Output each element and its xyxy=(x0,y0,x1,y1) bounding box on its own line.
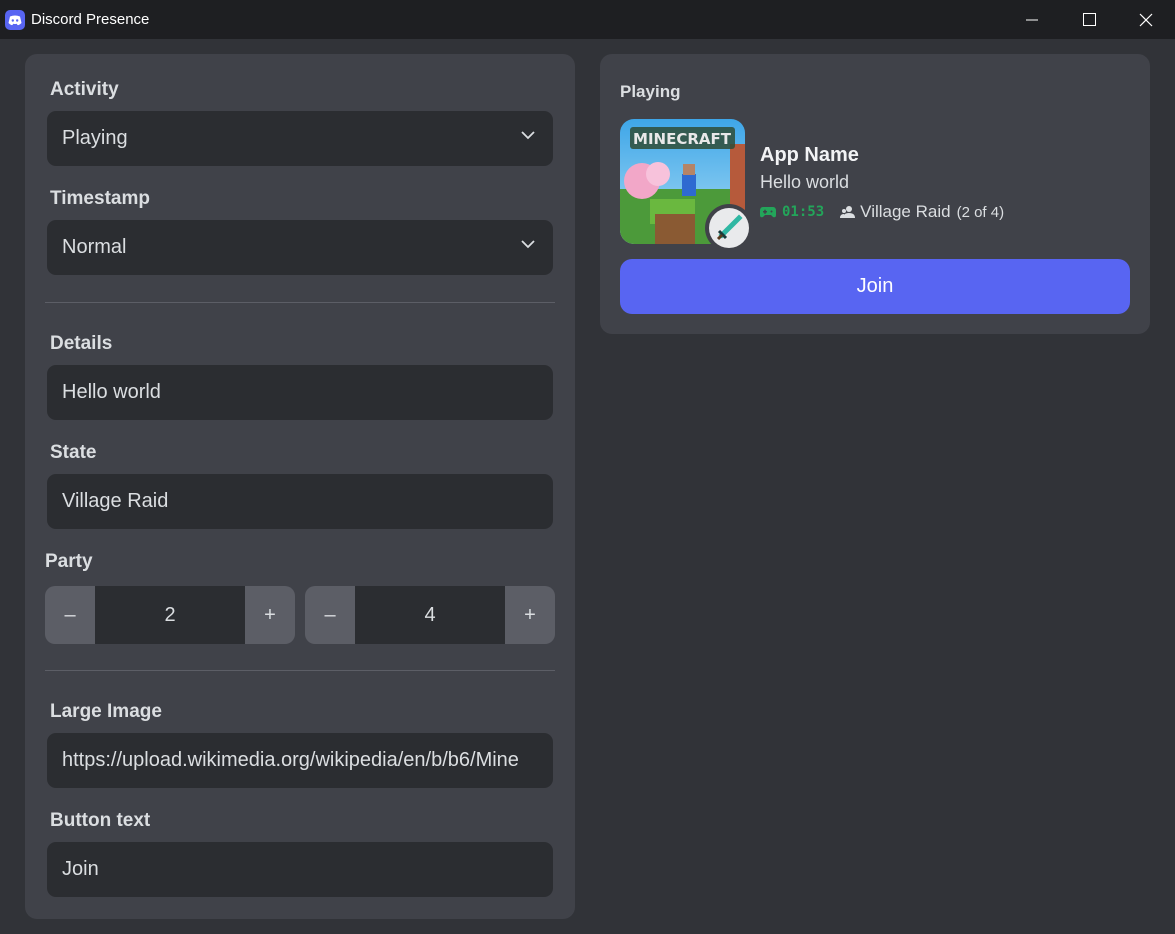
app-name: App Name xyxy=(760,144,859,166)
party-count: (2 of 4) xyxy=(956,203,1005,221)
elapsed-timer: 01:53 xyxy=(782,204,825,220)
details-label: Details xyxy=(50,333,113,354)
activity-value: Playing xyxy=(62,127,128,149)
activity-select[interactable]: Playing xyxy=(47,111,553,166)
large-image-text: MINECRAFT xyxy=(633,130,732,148)
chevron-down-icon xyxy=(521,131,535,140)
large-image-input[interactable]: https://upload.wikimedia.org/wikipedia/e… xyxy=(47,733,553,788)
party-max-decrement-button[interactable]: – xyxy=(305,586,355,644)
close-button[interactable] xyxy=(1117,0,1175,39)
settings-panel: Activity Playing Timestamp Normal Detail… xyxy=(25,54,575,919)
sword-icon xyxy=(716,214,743,241)
party-state: Village Raid xyxy=(860,202,951,221)
state-label: State xyxy=(50,442,97,463)
party-current-increment-button[interactable]: + xyxy=(245,586,295,644)
maximize-icon xyxy=(1082,13,1096,26)
small-image xyxy=(705,204,753,252)
join-button[interactable]: Join xyxy=(620,259,1130,314)
minimize-icon xyxy=(1026,19,1038,20)
minimize-button[interactable] xyxy=(1003,0,1061,39)
button-text-input[interactable]: Join xyxy=(47,842,553,897)
chevron-down-icon xyxy=(521,240,535,249)
activity-label: Activity xyxy=(50,79,119,100)
timestamp-select[interactable]: Normal xyxy=(47,220,553,275)
preview-panel: Playing MINECRAFT App Name Hello world 0… xyxy=(600,54,1150,334)
party-icon xyxy=(840,206,856,218)
preview-details: Hello world xyxy=(760,172,850,192)
details-input[interactable]: Hello world xyxy=(47,365,553,420)
party-current-stepper: – 2 + xyxy=(45,586,295,644)
maximize-button[interactable] xyxy=(1060,0,1118,39)
party-max-input[interactable]: 4 xyxy=(355,586,505,644)
divider xyxy=(45,670,555,671)
activity-meta: 01:53 Village Raid (2 of 4) xyxy=(760,202,1004,222)
button-text-label: Button text xyxy=(50,810,151,831)
window-title: Discord Presence xyxy=(31,11,150,28)
party-current-input[interactable]: 2 xyxy=(95,586,245,644)
party-current-decrement-button[interactable]: – xyxy=(45,586,95,644)
close-icon xyxy=(1139,13,1153,26)
party-label: Party xyxy=(45,551,93,572)
timestamp-label: Timestamp xyxy=(50,188,150,209)
discord-icon xyxy=(5,10,25,30)
state-input[interactable]: Village Raid xyxy=(47,474,553,529)
gamepad-icon xyxy=(760,207,776,218)
preview-heading: Playing xyxy=(620,82,681,101)
timestamp-value: Normal xyxy=(62,236,127,258)
party-max-stepper: – 4 + xyxy=(305,586,555,644)
party-max-increment-button[interactable]: + xyxy=(505,586,555,644)
title-bar: Discord Presence xyxy=(0,0,1175,39)
large-image-label: Large Image xyxy=(50,701,162,722)
divider xyxy=(45,302,555,303)
